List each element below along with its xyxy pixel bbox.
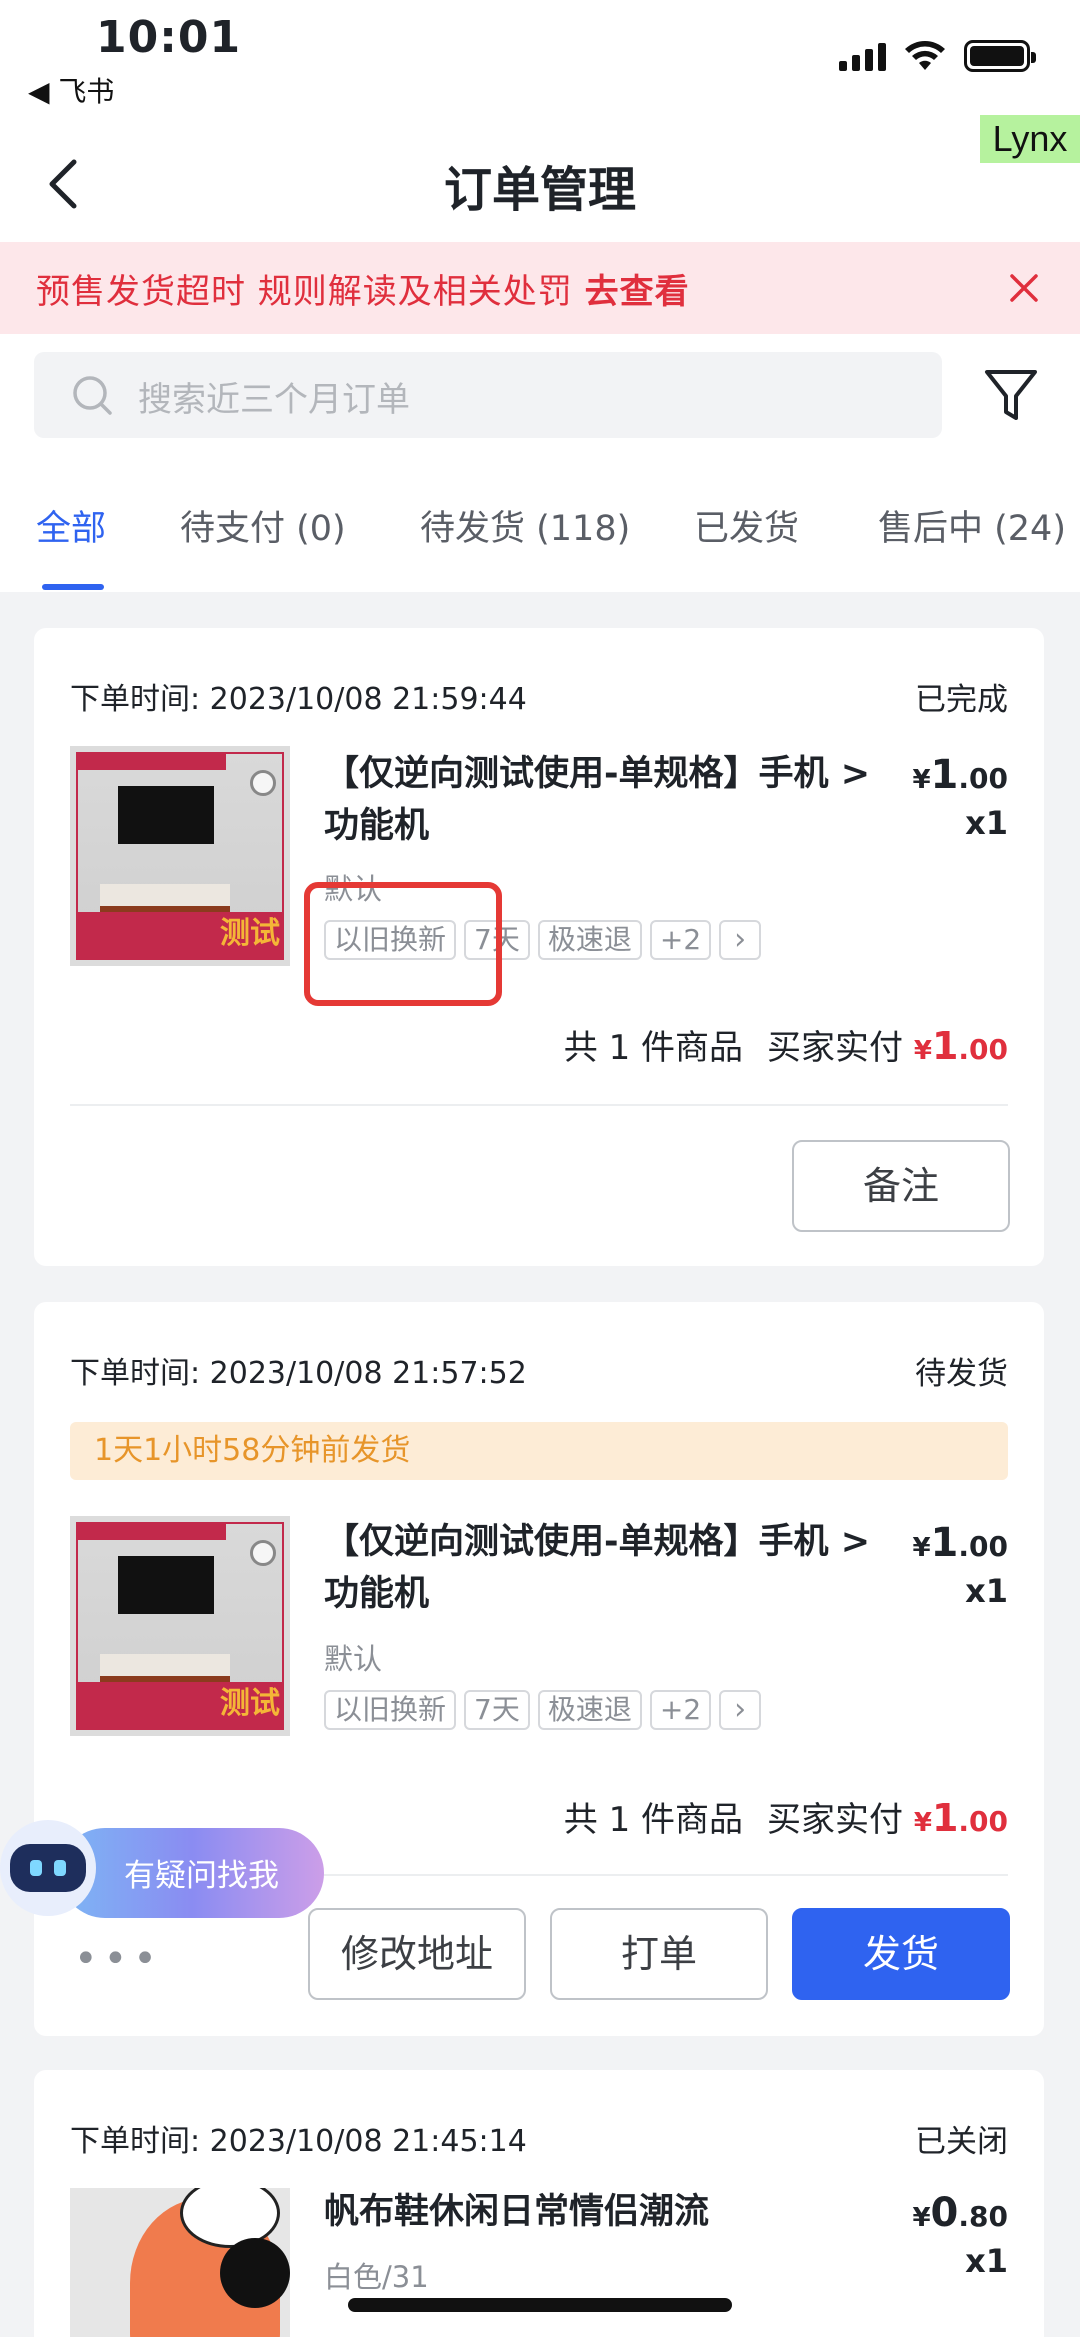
price-decimal: .00 xyxy=(958,1530,1008,1563)
product-quantity: x1 xyxy=(965,804,1008,842)
edit-address-button[interactable]: 修改地址 xyxy=(308,1908,526,2000)
search-input[interactable]: 搜索近三个月订单 xyxy=(34,352,942,438)
buyer-paid-label: 买家实付 xyxy=(767,1800,904,1840)
product-image[interactable]: 测试 xyxy=(70,1516,290,1736)
service-tag: 极速退 xyxy=(537,920,642,960)
product-spec: 默认 xyxy=(324,1642,383,1676)
tab-all[interactable]: 全部 xyxy=(36,500,106,551)
notice-banner: 预售发货超时 规则解读及相关处罚 去查看 xyxy=(0,242,1080,334)
home-indicator[interactable] xyxy=(348,2298,732,2312)
search-placeholder: 搜索近三个月订单 xyxy=(138,380,410,420)
active-tab-indicator xyxy=(42,584,104,590)
product-image[interactable] xyxy=(70,2188,290,2337)
notice-text: 预售发货超时 规则解读及相关处罚 去查看 xyxy=(36,264,690,313)
buyer-paid-amount: ¥1.00 xyxy=(913,1024,1008,1068)
order-time: 下单时间: 2023/10/08 21:45:14 xyxy=(70,2124,527,2159)
wifi-icon xyxy=(905,41,945,70)
item-count: 共 1 件商品 xyxy=(563,1028,744,1068)
price-integer: 1 xyxy=(930,1520,959,1566)
price-currency: ¥ xyxy=(912,765,931,795)
status-time: 10:01 xyxy=(96,12,242,63)
order-tabs: 全部 待支付 (0) 待发货 (118) 已发货 售后中 (24) xyxy=(0,450,1080,592)
product-price: ¥1.00 xyxy=(912,1520,1008,1566)
search-row: 搜索近三个月订单 xyxy=(0,334,1080,450)
service-tag: 极速退 xyxy=(537,1690,642,1730)
product-price: ¥0.80 xyxy=(912,2190,1008,2236)
service-tag: +2 xyxy=(649,920,712,960)
product-quantity: x1 xyxy=(965,2242,1008,2280)
tab-after-sales[interactable]: 售后中 (24) xyxy=(878,500,1066,551)
status-bar: 10:01 ◀ 飞书 xyxy=(0,0,1080,130)
order-status: 待发货 xyxy=(915,1356,1008,1392)
price-currency: ¥ xyxy=(912,1533,931,1563)
product-title[interactable]: 帆布鞋休闲日常情侣潮流 xyxy=(324,2186,884,2238)
item-count: 共 1 件商品 xyxy=(563,1800,744,1840)
order-time: 下单时间: 2023/10/08 21:59:44 xyxy=(70,682,527,717)
assistant-float-button[interactable]: 有疑问找我 xyxy=(0,1820,330,1920)
service-tags: 以旧换新 7天 极速退 +2 › xyxy=(324,1690,762,1730)
tab-pending-shipment[interactable]: 待发货 (118) xyxy=(420,500,630,551)
nav-bar: 订单管理 xyxy=(0,130,1080,242)
price-integer: 0 xyxy=(930,2190,959,2236)
product-quantity: x1 xyxy=(965,1572,1008,1610)
assistant-label[interactable]: 有疑问找我 xyxy=(124,1850,279,1895)
buyer-paid-label: 买家实付 xyxy=(767,1028,904,1068)
order-status: 已关闭 xyxy=(915,2124,1008,2160)
chevron-right-icon[interactable]: › xyxy=(719,1690,762,1730)
signal-icon xyxy=(839,41,886,71)
search-icon xyxy=(73,376,112,415)
order-time: 下单时间: 2023/10/08 21:57:52 xyxy=(70,1356,527,1391)
service-tag: +2 xyxy=(649,1690,712,1730)
order-card[interactable]: 下单时间: 2023/10/08 21:45:14 已关闭 帆布鞋休闲日常情侣潮… xyxy=(34,2070,1044,2337)
close-icon[interactable] xyxy=(1008,272,1040,304)
chevron-right-icon[interactable]: › xyxy=(719,920,762,960)
order-card[interactable]: 下单时间: 2023/10/08 21:59:44 已完成 测试 【仅逆向测试使… xyxy=(34,628,1044,1266)
status-icons xyxy=(839,40,1036,72)
ship-button[interactable]: 发货 xyxy=(792,1908,1010,2000)
lynx-badge: Lynx xyxy=(980,115,1080,163)
tab-shipped[interactable]: 已发货 xyxy=(694,500,799,551)
order-status: 已完成 xyxy=(915,682,1008,718)
notice-link[interactable]: 去查看 xyxy=(585,272,690,312)
product-image[interactable]: 测试 xyxy=(70,746,290,966)
product-spec: 白色/31 xyxy=(324,2260,429,2294)
tab-pending-payment[interactable]: 待支付 (0) xyxy=(180,500,346,551)
battery-icon xyxy=(964,40,1036,72)
back-to-app-link[interactable]: ◀ 飞书 xyxy=(28,70,114,110)
price-integer: 1 xyxy=(930,752,959,798)
ship-countdown: 1天1小时58分钟前发货 xyxy=(70,1422,1008,1480)
page-title: 订单管理 xyxy=(443,162,636,218)
divider xyxy=(70,1104,1008,1106)
more-actions-button[interactable]: ••• xyxy=(74,1936,163,1982)
price-decimal: .00 xyxy=(958,762,1008,795)
price-decimal: .80 xyxy=(958,2200,1008,2233)
filter-icon[interactable] xyxy=(982,366,1040,424)
order-summary: 共 1 件商品 买家实付 ¥1.00 xyxy=(564,1792,1008,1841)
service-tag: 以旧换新 xyxy=(324,1690,457,1730)
robot-icon[interactable] xyxy=(0,1820,96,1916)
product-price: ¥1.00 xyxy=(912,752,1008,798)
product-title[interactable]: 【仅逆向测试使用-单规格】手机 > 功能机 xyxy=(324,1516,884,1620)
order-summary: 共 1 件商品 买家实付 ¥1.00 xyxy=(564,1020,1008,1069)
service-tag: 7天 xyxy=(464,1690,530,1730)
note-button[interactable]: 备注 xyxy=(792,1140,1010,1232)
print-order-button[interactable]: 打单 xyxy=(550,1908,768,2000)
notice-message: 预售发货超时 规则解读及相关处罚 xyxy=(36,272,585,312)
buyer-paid-amount: ¥1.00 xyxy=(913,1796,1008,1840)
highlight-box xyxy=(304,882,502,1006)
price-currency: ¥ xyxy=(912,2203,931,2233)
product-title[interactable]: 【仅逆向测试使用-单规格】手机 > 功能机 xyxy=(324,748,884,852)
order-card[interactable]: 下单时间: 2023/10/08 21:57:52 待发货 1天1小时58分钟前… xyxy=(34,1302,1044,2036)
